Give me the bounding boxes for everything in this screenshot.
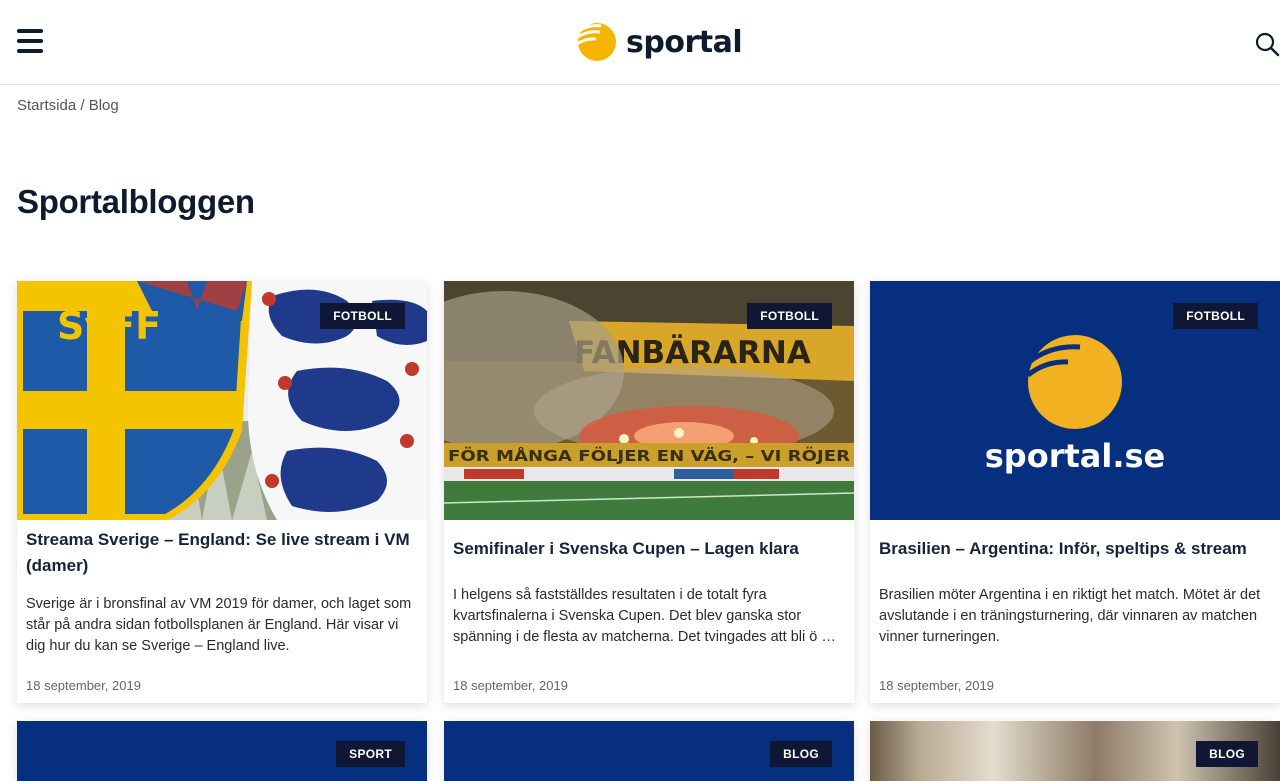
category-badge[interactable]: BLOG bbox=[770, 741, 832, 767]
card-excerpt: I helgens så fastställdes resultaten i d… bbox=[453, 587, 836, 645]
card-image-supporters[interactable]: FANBÄRARNA FÖR MÅNGA FÖLJER EN VÄG, – VI… bbox=[444, 281, 854, 520]
blog-card[interactable]: BLOG bbox=[444, 721, 854, 781]
card-image-sweden-england[interactable]: SvFF FOTBOLL bbox=[17, 281, 427, 520]
category-badge[interactable]: SPORT bbox=[336, 741, 405, 767]
category-badge[interactable]: FOTBOLL bbox=[1173, 303, 1258, 329]
card-image-sportal-logo[interactable]: sportal.se FOTBOLL bbox=[870, 281, 1280, 520]
sportal-sun-icon bbox=[575, 22, 616, 62]
card-excerpt: Brasilien möter Argentina i en riktigt h… bbox=[879, 587, 1261, 645]
category-badge[interactable]: FOTBOLL bbox=[320, 303, 405, 329]
category-badge[interactable]: FOTBOLL bbox=[747, 303, 832, 329]
site-header: sportal bbox=[0, 0, 1280, 85]
blog-card[interactable]: SPORT bbox=[17, 721, 427, 781]
card-excerpt: Sverige är i bronsfinal av VM 2019 för d… bbox=[26, 596, 412, 654]
blog-card[interactable]: sportal.se FOTBOLL Brasilien – Argentina… bbox=[870, 281, 1280, 703]
card-image[interactable]: BLOG bbox=[444, 721, 854, 781]
breadcrumb: Startsida / Blog bbox=[17, 97, 119, 114]
page-title: Sportalbloggen bbox=[17, 183, 255, 220]
breadcrumb-separator: / bbox=[80, 97, 85, 114]
card-image[interactable]: SPORT bbox=[17, 721, 427, 781]
card-date: 18 september, 2019 bbox=[453, 678, 568, 693]
logo-wordmark: sportal bbox=[626, 24, 743, 60]
card-title[interactable]: Streama Sverige – England: Se live strea… bbox=[17, 527, 427, 579]
breadcrumb-current: Blog bbox=[88, 97, 119, 114]
card-title[interactable]: Brasilien – Argentina: Inför, speltips &… bbox=[870, 536, 1280, 562]
hamburger-menu-icon[interactable] bbox=[17, 29, 43, 55]
blog-card[interactable]: BLOG bbox=[870, 721, 1280, 781]
card-image[interactable]: BLOG bbox=[870, 721, 1280, 781]
category-badge[interactable]: BLOG bbox=[1196, 741, 1258, 767]
lower-banner-image-text: FÖR MÅNGA FÖLJER EN VÄG, – VI RÖJER bbox=[448, 446, 850, 465]
card-date: 18 september, 2019 bbox=[879, 678, 994, 693]
breadcrumb-home-link[interactable]: Startsida bbox=[17, 97, 76, 114]
sportal-se-image-text: sportal.se bbox=[985, 437, 1165, 475]
site-logo[interactable]: sportal bbox=[575, 22, 743, 62]
search-icon[interactable] bbox=[1254, 31, 1280, 57]
card-date: 18 september, 2019 bbox=[26, 678, 141, 693]
svff-image-text: SvFF bbox=[57, 304, 161, 348]
blog-card[interactable]: FANBÄRARNA FÖR MÅNGA FÖLJER EN VÄG, – VI… bbox=[444, 281, 854, 703]
card-title[interactable]: Semifinaler i Svenska Cupen – Lagen klar… bbox=[444, 536, 854, 562]
blog-card[interactable]: SvFF FOTBOLL Streama Sverige – England: … bbox=[17, 281, 427, 703]
